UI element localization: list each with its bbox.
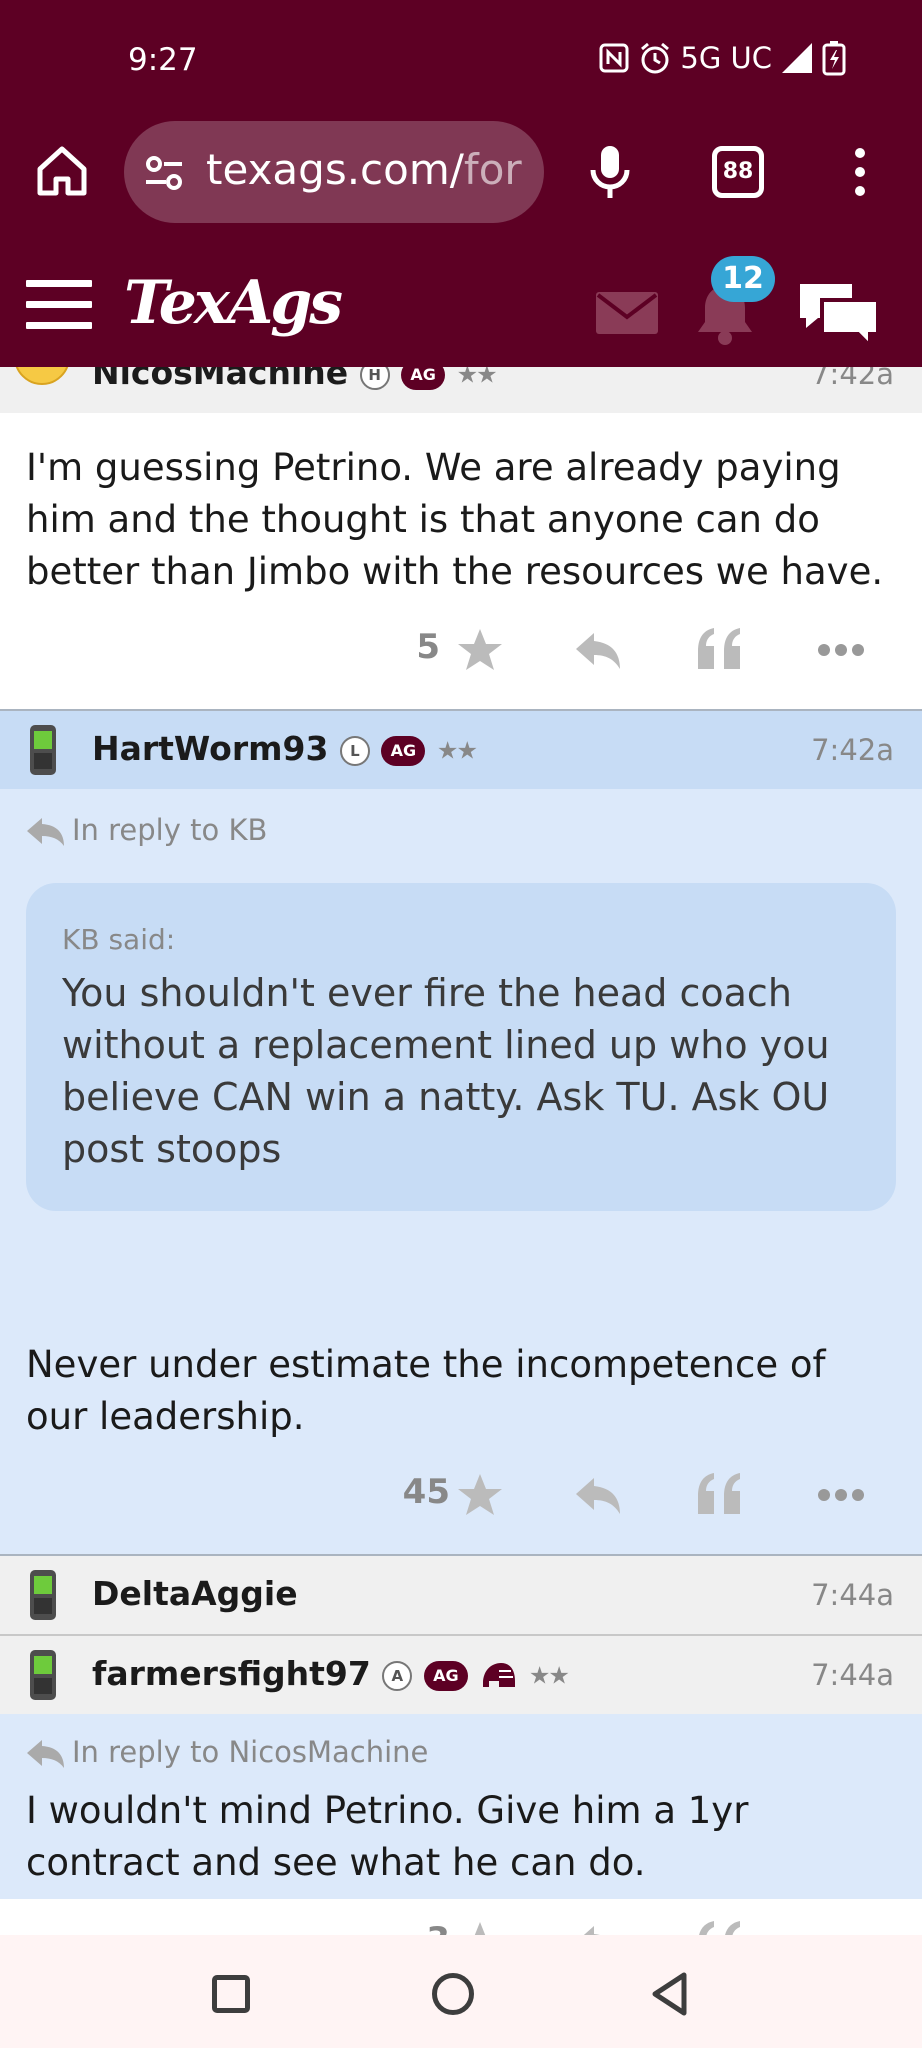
url-faded: for (463, 145, 522, 194)
network-label: 5G UC (680, 41, 772, 75)
rank-stars: ★★ (436, 736, 478, 765)
back-button[interactable] (650, 1971, 690, 2017)
ag-badge: AG (423, 1660, 468, 1691)
avatar[interactable] (26, 1648, 60, 1702)
site-settings-icon[interactable] (144, 153, 184, 193)
quote-author: KB said: (62, 923, 176, 956)
reply-arrow-icon (27, 1740, 64, 1768)
nfc-icon (599, 43, 629, 73)
post-actions: 3 (0, 1910, 922, 1935)
in-reply-to-link[interactable]: In reply to KB (26, 813, 267, 847)
username[interactable]: DeltaAggie (92, 1574, 298, 1613)
avatar[interactable] (26, 723, 60, 777)
quote-icon[interactable] (696, 1920, 744, 1935)
vote-count: 5 (416, 627, 440, 667)
quote-icon[interactable] (696, 1472, 744, 1516)
quote-icon[interactable] (696, 627, 744, 671)
hamburger-menu-icon[interactable] (26, 280, 92, 330)
quote-text: You shouldn't ever fire the head coach w… (62, 971, 830, 1171)
address-bar[interactable]: texags.com/for (124, 121, 544, 223)
ag-badge: AG (381, 735, 426, 766)
post-header: DeltaAggie 7:44a (0, 1556, 922, 1634)
reply-icon[interactable] (574, 1924, 622, 1935)
username[interactable]: NicosMachine H AG ★★ (92, 367, 498, 392)
reply-arrow-icon (27, 818, 64, 846)
quote-block: KB said: You shouldn't ever fire the hea… (26, 883, 896, 1211)
post-header: NicosMachine H AG ★★ 7:42a (0, 367, 922, 413)
username[interactable]: HartWorm93 L AG ★★ (92, 729, 478, 768)
tab-switcher-button[interactable]: 88 (712, 146, 764, 198)
post-time[interactable]: 7:44a (811, 1658, 894, 1692)
texags-logo[interactable]: TexAgs (124, 268, 343, 338)
vote-count: 3 (426, 1920, 450, 1935)
star-vote-icon[interactable] (457, 1920, 503, 1935)
post-body: Never under estimate the incompetence of… (26, 1343, 826, 1438)
top-chrome: 9:27 5G UC texags.com/for 88 TexAgs 12 (0, 0, 922, 367)
chat-bubbles-icon[interactable] (796, 278, 882, 348)
star-vote-icon[interactable] (457, 1472, 503, 1518)
status-icons: 5G UC (598, 40, 846, 76)
post-body: I'm guessing Petrino. We are already pay… (26, 446, 884, 593)
reply-icon[interactable] (574, 631, 622, 671)
battery-charging-icon (822, 41, 846, 76)
post-actions: 45 (0, 1462, 922, 1532)
reply-icon[interactable] (574, 1476, 622, 1516)
url-text: texags.com/for (206, 145, 522, 194)
role-badge: A (382, 1660, 413, 1691)
username[interactable]: farmersfight97 A AG ★★ (92, 1654, 570, 1693)
signal-icon (782, 43, 812, 73)
post-actions: 5 (0, 617, 922, 687)
browser-toolbar: texags.com/for 88 (0, 118, 922, 228)
more-options-icon[interactable] (818, 641, 872, 656)
mail-icon[interactable] (596, 292, 658, 334)
star-vote-icon[interactable] (457, 627, 503, 673)
microphone-icon[interactable] (585, 144, 635, 200)
home-icon[interactable] (34, 143, 90, 199)
role-badge: H (359, 367, 390, 390)
recent-apps-button[interactable] (212, 1975, 250, 2013)
post-header: farmersfight97 A AG ★★ 7:44a (0, 1636, 922, 1714)
more-options-icon[interactable] (818, 1486, 872, 1501)
post-header: HartWorm93 L AG ★★ 7:42a (0, 711, 922, 789)
thread-feed: NicosMachine H AG ★★ 7:42a I'm guessing … (0, 367, 922, 1935)
rank-stars: ★★ (456, 367, 498, 389)
alarm-icon (641, 42, 670, 74)
system-navigation-bar (0, 1935, 922, 2048)
post-time[interactable]: 7:42a (811, 733, 894, 767)
notification-count-badge: 12 (711, 256, 775, 302)
in-reply-to-link[interactable]: In reply to NicosMachine (26, 1735, 428, 1769)
avatar[interactable] (26, 1568, 60, 1622)
site-nav: TexAgs (0, 258, 922, 367)
football-helmet-icon (483, 1662, 516, 1687)
browser-menu-icon[interactable] (850, 148, 870, 200)
avatar[interactable] (14, 367, 70, 385)
home-button[interactable] (432, 1973, 474, 2015)
post-body: I wouldn't mind Petrino. Give him a 1yr … (26, 1789, 749, 1884)
post-time[interactable]: 7:42a (811, 367, 894, 391)
status-time: 9:27 (128, 42, 198, 78)
url-main: texags.com/ (206, 145, 464, 194)
vote-count: 45 (402, 1472, 450, 1512)
role-badge: L (339, 735, 370, 766)
post-time[interactable]: 7:44a (811, 1578, 894, 1612)
ag-badge: AG (401, 367, 446, 390)
rank-stars: ★★ (528, 1661, 570, 1690)
